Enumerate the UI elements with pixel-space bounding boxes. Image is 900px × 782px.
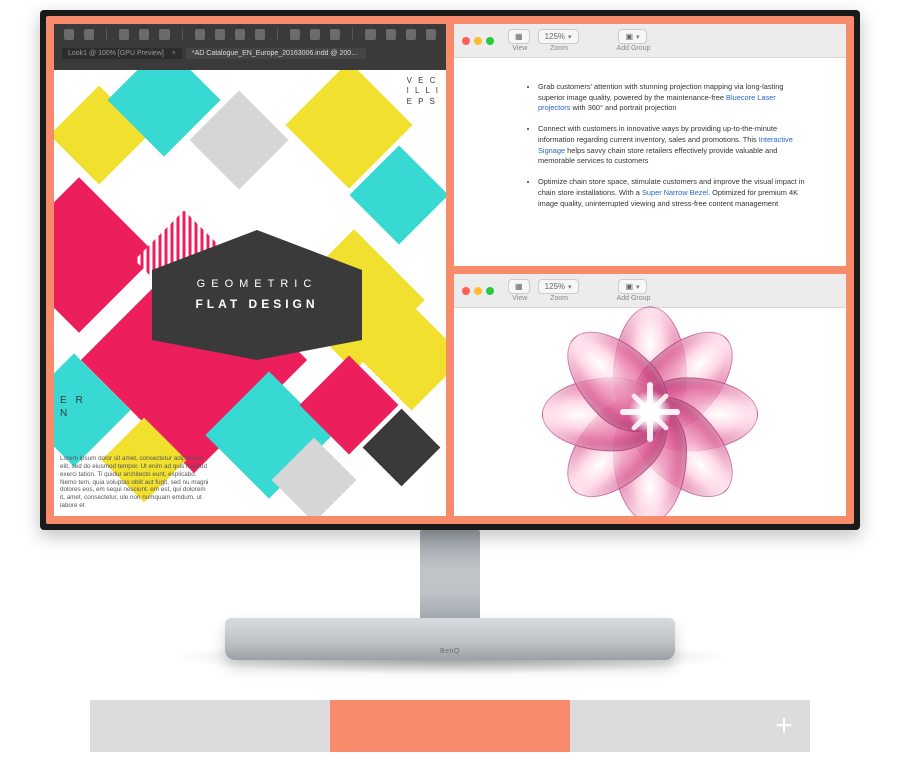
zoom-control[interactable]: 125% ▾ Zoom xyxy=(538,29,579,52)
minimize-window-icon[interactable] xyxy=(474,287,482,295)
traffic-lights xyxy=(462,287,494,295)
link[interactable]: Super Narrow Bezel xyxy=(642,188,708,197)
corner-line: E P S xyxy=(407,97,440,107)
toolbar-separator xyxy=(106,28,107,40)
tool-icon[interactable] xyxy=(159,29,169,40)
left-line: E R xyxy=(60,394,86,407)
tool-icon[interactable] xyxy=(255,29,265,40)
layout-tab[interactable] xyxy=(90,700,330,752)
tool-icon[interactable] xyxy=(64,29,74,40)
tool-icon[interactable] xyxy=(119,29,129,40)
design-toolbar-row xyxy=(54,24,446,44)
tool-icon[interactable] xyxy=(386,29,396,40)
close-window-icon[interactable] xyxy=(462,37,470,45)
layers-icon: ▣ xyxy=(625,282,633,291)
list-item: Grab customers' attention with stunning … xyxy=(538,82,806,114)
chevron-down-icon: ▾ xyxy=(568,33,572,41)
layout-tab-bar: + xyxy=(90,700,810,752)
list-item: Connect with customers in innovative way… xyxy=(538,124,806,167)
document-tab-active[interactable]: *AD Catalogue_EN_Europe_20163006.indd @ … xyxy=(186,48,366,59)
document-tab-label: Look1 @ 100% [GPU Preview] xyxy=(68,50,164,57)
tool-icon[interactable] xyxy=(406,29,416,40)
bullet-list: Grab customers' attention with stunning … xyxy=(524,82,806,209)
grid-icon: ▦ xyxy=(515,32,523,41)
artboard-banner: GEOMETRIC FLAT DESIGN xyxy=(152,230,362,360)
tool-icon[interactable] xyxy=(235,29,245,40)
toolbar-separator xyxy=(352,28,353,40)
plus-icon: + xyxy=(775,711,793,741)
add-group-control[interactable]: ▣▾ Add Group xyxy=(615,29,651,52)
view-label: View xyxy=(512,45,527,52)
layout-root: BenQ xyxy=(0,0,900,782)
monitor-bezel: Look1 @ 100% [GPU Preview] × *AD Catalog… xyxy=(40,10,860,530)
maximize-window-icon[interactable] xyxy=(486,287,494,295)
grid-icon: ▦ xyxy=(515,282,523,291)
pane-document-preview: ▦ View 125% ▾ Zoom ▣▾ Add Group xyxy=(454,24,846,266)
tool-icon[interactable] xyxy=(426,29,436,40)
left-line: N xyxy=(60,407,86,420)
text: helps savvy chain store retailers effect… xyxy=(538,146,777,166)
add-group-label: Add Group xyxy=(617,295,651,302)
minimize-window-icon[interactable] xyxy=(474,37,482,45)
monitor-stand-neck xyxy=(420,530,480,630)
close-icon[interactable]: × xyxy=(172,50,176,57)
zoom-label: Zoom xyxy=(550,45,568,52)
add-group-label: Add Group xyxy=(617,45,651,52)
artboard[interactable]: GEOMETRIC FLAT DESIGN V E C I L L I E P … xyxy=(54,70,446,516)
design-app-tabs: Look1 @ 100% [GPU Preview] × *AD Catalog… xyxy=(54,44,446,62)
window-chrome: ▦ View 125% ▾ Zoom ▣▾ Add Group xyxy=(454,24,846,58)
window-chrome: ▦ View 125% ▾ Zoom ▣▾ Add Group xyxy=(454,274,846,308)
chevron-down-icon: ▾ xyxy=(636,283,640,291)
traffic-lights xyxy=(462,37,494,45)
tool-icon[interactable] xyxy=(215,29,225,40)
toolbar-separator xyxy=(277,28,278,40)
banner-line2: FLAT DESIGN xyxy=(195,295,318,314)
rendered-3d-object xyxy=(555,337,745,487)
artboard-lorem: Lorem ipsum dolor sit amet, consectetur … xyxy=(60,455,210,510)
chevron-down-icon: ▾ xyxy=(636,33,640,41)
tool-icon[interactable] xyxy=(365,29,375,40)
document-tab[interactable]: Look1 @ 100% [GPU Preview] × xyxy=(62,48,182,59)
add-layout-button[interactable]: + xyxy=(758,700,810,752)
text: with 360° and portrait projection xyxy=(570,103,676,112)
pane-design-app: Look1 @ 100% [GPU Preview] × *AD Catalog… xyxy=(54,24,446,516)
tool-icon[interactable] xyxy=(195,29,205,40)
design-app-toolbar: Look1 @ 100% [GPU Preview] × *AD Catalog… xyxy=(54,24,446,70)
zoom-value: 125% xyxy=(545,282,565,291)
artboard-corner-text: V E C I L L I E P S xyxy=(407,76,440,107)
image-canvas[interactable] xyxy=(454,308,846,516)
monitor-brand: BenQ xyxy=(440,618,460,655)
corner-line: V E C xyxy=(407,76,440,86)
view-control[interactable]: ▦ View xyxy=(508,29,530,52)
list-item: Optimize chain store space, stimulate cu… xyxy=(538,177,806,209)
add-group-control[interactable]: ▣▾ Add Group xyxy=(615,279,651,302)
tool-icon[interactable] xyxy=(139,29,149,40)
banner-line1: GEOMETRIC xyxy=(197,278,318,290)
document-tab-label: *AD Catalogue_EN_Europe_20163006.indd @ … xyxy=(192,50,366,57)
zoom-control[interactable]: 125% ▾ Zoom xyxy=(538,279,579,302)
artboard-left-text: E R N xyxy=(60,394,86,420)
zoom-value: 125% xyxy=(545,32,565,41)
close-window-icon[interactable] xyxy=(462,287,470,295)
view-label: View xyxy=(512,295,527,302)
layers-icon: ▣ xyxy=(625,32,633,41)
chevron-down-icon: ▾ xyxy=(568,283,572,291)
highlight-core xyxy=(628,390,672,434)
tool-icon[interactable] xyxy=(310,29,320,40)
view-control[interactable]: ▦ View xyxy=(508,279,530,302)
toolbar-separator xyxy=(182,28,183,40)
screen: Look1 @ 100% [GPU Preview] × *AD Catalog… xyxy=(46,16,854,524)
corner-line: I L L I xyxy=(407,86,440,96)
tool-icon[interactable] xyxy=(330,29,340,40)
zoom-label: Zoom xyxy=(550,295,568,302)
document-body[interactable]: Grab customers' attention with stunning … xyxy=(454,58,846,229)
text: Connect with customers in innovative way… xyxy=(538,124,777,144)
layout-tab-active[interactable] xyxy=(330,700,570,752)
maximize-window-icon[interactable] xyxy=(486,37,494,45)
pane-image-preview: ▦ View 125% ▾ Zoom ▣▾ Add Group xyxy=(454,274,846,516)
tool-icon[interactable] xyxy=(84,29,94,40)
tool-icon[interactable] xyxy=(290,29,300,40)
